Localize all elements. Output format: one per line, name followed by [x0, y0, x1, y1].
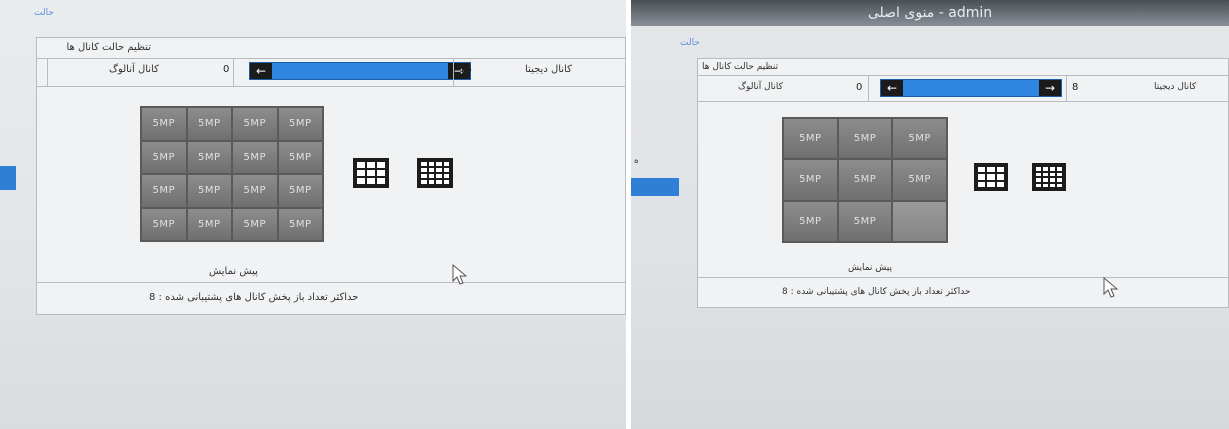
channel-cell: 5MP — [187, 175, 231, 207]
channel-cell: 5MP — [142, 208, 186, 240]
preview-label: پیش نمایش — [209, 266, 258, 277]
channel-cell: 5MP — [187, 141, 231, 173]
mouse-pointer-icon — [452, 264, 468, 285]
max-playback-note: 8 : حداکثر تعداد باز پخش کانال های پشتیب… — [149, 292, 359, 303]
digital-channel-value: 8 — [1072, 82, 1079, 93]
side-menu-char: ه — [634, 156, 639, 166]
analog-channel-value: 0 — [856, 82, 863, 93]
window-title-bar: منوی اصلی - admin — [631, 0, 1229, 26]
channel-cell: 5MP — [187, 108, 231, 140]
side-menu-highlight[interactable] — [631, 178, 679, 196]
mouse-pointer-icon — [1103, 277, 1119, 298]
right-arrow-icon[interactable]: → — [1039, 80, 1061, 96]
digital-channel-label: کانال دیجیتا — [525, 64, 572, 75]
channel-cell: 5MP — [838, 119, 892, 159]
preview-label: پیش نمایش — [848, 263, 892, 273]
panel-title: تنظیم حالت کانال ها — [66, 42, 151, 53]
channel-cell: 5MP — [233, 175, 277, 207]
layout-3x3-icon[interactable] — [974, 163, 1008, 191]
analog-channel-label: کانال آنالوگ — [738, 82, 783, 92]
channel-cell: 5MP — [142, 108, 186, 140]
layout-4x4-icon[interactable] — [417, 158, 453, 188]
channel-slider[interactable]: ← → — [249, 62, 471, 80]
channel-mode-panel: تنظیم حالت کانال ها کانال آنالوگ 0 ← → 1… — [36, 37, 626, 315]
mode-tab[interactable]: حالت — [34, 8, 54, 18]
channel-cell: 5MP — [278, 175, 322, 207]
channel-cell: 5MP — [784, 201, 837, 241]
channel-cell: 5MP — [278, 141, 322, 173]
channel-cell: 5MP — [784, 119, 837, 159]
left-arrow-icon[interactable]: ← — [881, 80, 903, 96]
channel-cell: 5MP — [278, 208, 322, 240]
channel-cell-empty — [893, 201, 946, 241]
channel-cell: 5MP — [142, 141, 186, 173]
digital-channel-value: 16 — [459, 64, 472, 75]
left-arrow-icon[interactable]: ← — [250, 63, 272, 79]
digital-channel-label: کانال دیجیتا — [1154, 82, 1197, 92]
analog-channel-label: کانال آنالوگ — [109, 64, 159, 75]
channel-cell: 5MP — [784, 160, 837, 200]
channel-cell: 5MP — [233, 141, 277, 173]
preview-grid: 5MP 5MP 5MP 5MP 5MP 5MP 5MP 5MP — [782, 117, 948, 243]
preview-grid: 5MP 5MP 5MP 5MP 5MP 5MP 5MP 5MP 5MP 5MP … — [140, 106, 324, 242]
window-title: منوی اصلی - admin — [867, 5, 993, 21]
left-screen: حالت تنظیم حالت کانال ها کانال آنالوگ 0 … — [0, 0, 626, 429]
max-playback-note: 8 : حداکثر تعداد باز پخش کانال های پشتیب… — [782, 287, 971, 297]
channel-cell: 5MP — [838, 160, 892, 200]
channel-cell: 5MP — [893, 119, 946, 159]
channel-cell: 5MP — [893, 160, 946, 200]
channel-cell: 5MP — [838, 201, 892, 241]
mode-tab[interactable]: حالت — [680, 38, 700, 48]
channel-cell: 5MP — [233, 208, 277, 240]
channel-cell: 5MP — [187, 208, 231, 240]
side-menu-highlight[interactable] — [0, 166, 16, 190]
panel-title: تنظیم حالت کانال ها — [702, 62, 779, 72]
channel-mode-panel: تنظیم حالت کانال ها کانال آنالوگ 0 ← → 8… — [697, 58, 1229, 308]
channel-slider[interactable]: ← → — [880, 79, 1062, 97]
layout-4x4-icon[interactable] — [1032, 163, 1066, 191]
layout-3x3-icon[interactable] — [353, 158, 389, 188]
channel-cell: 5MP — [278, 108, 322, 140]
analog-channel-value: 0 — [223, 64, 230, 75]
channel-cell: 5MP — [142, 175, 186, 207]
channel-cell: 5MP — [233, 108, 277, 140]
